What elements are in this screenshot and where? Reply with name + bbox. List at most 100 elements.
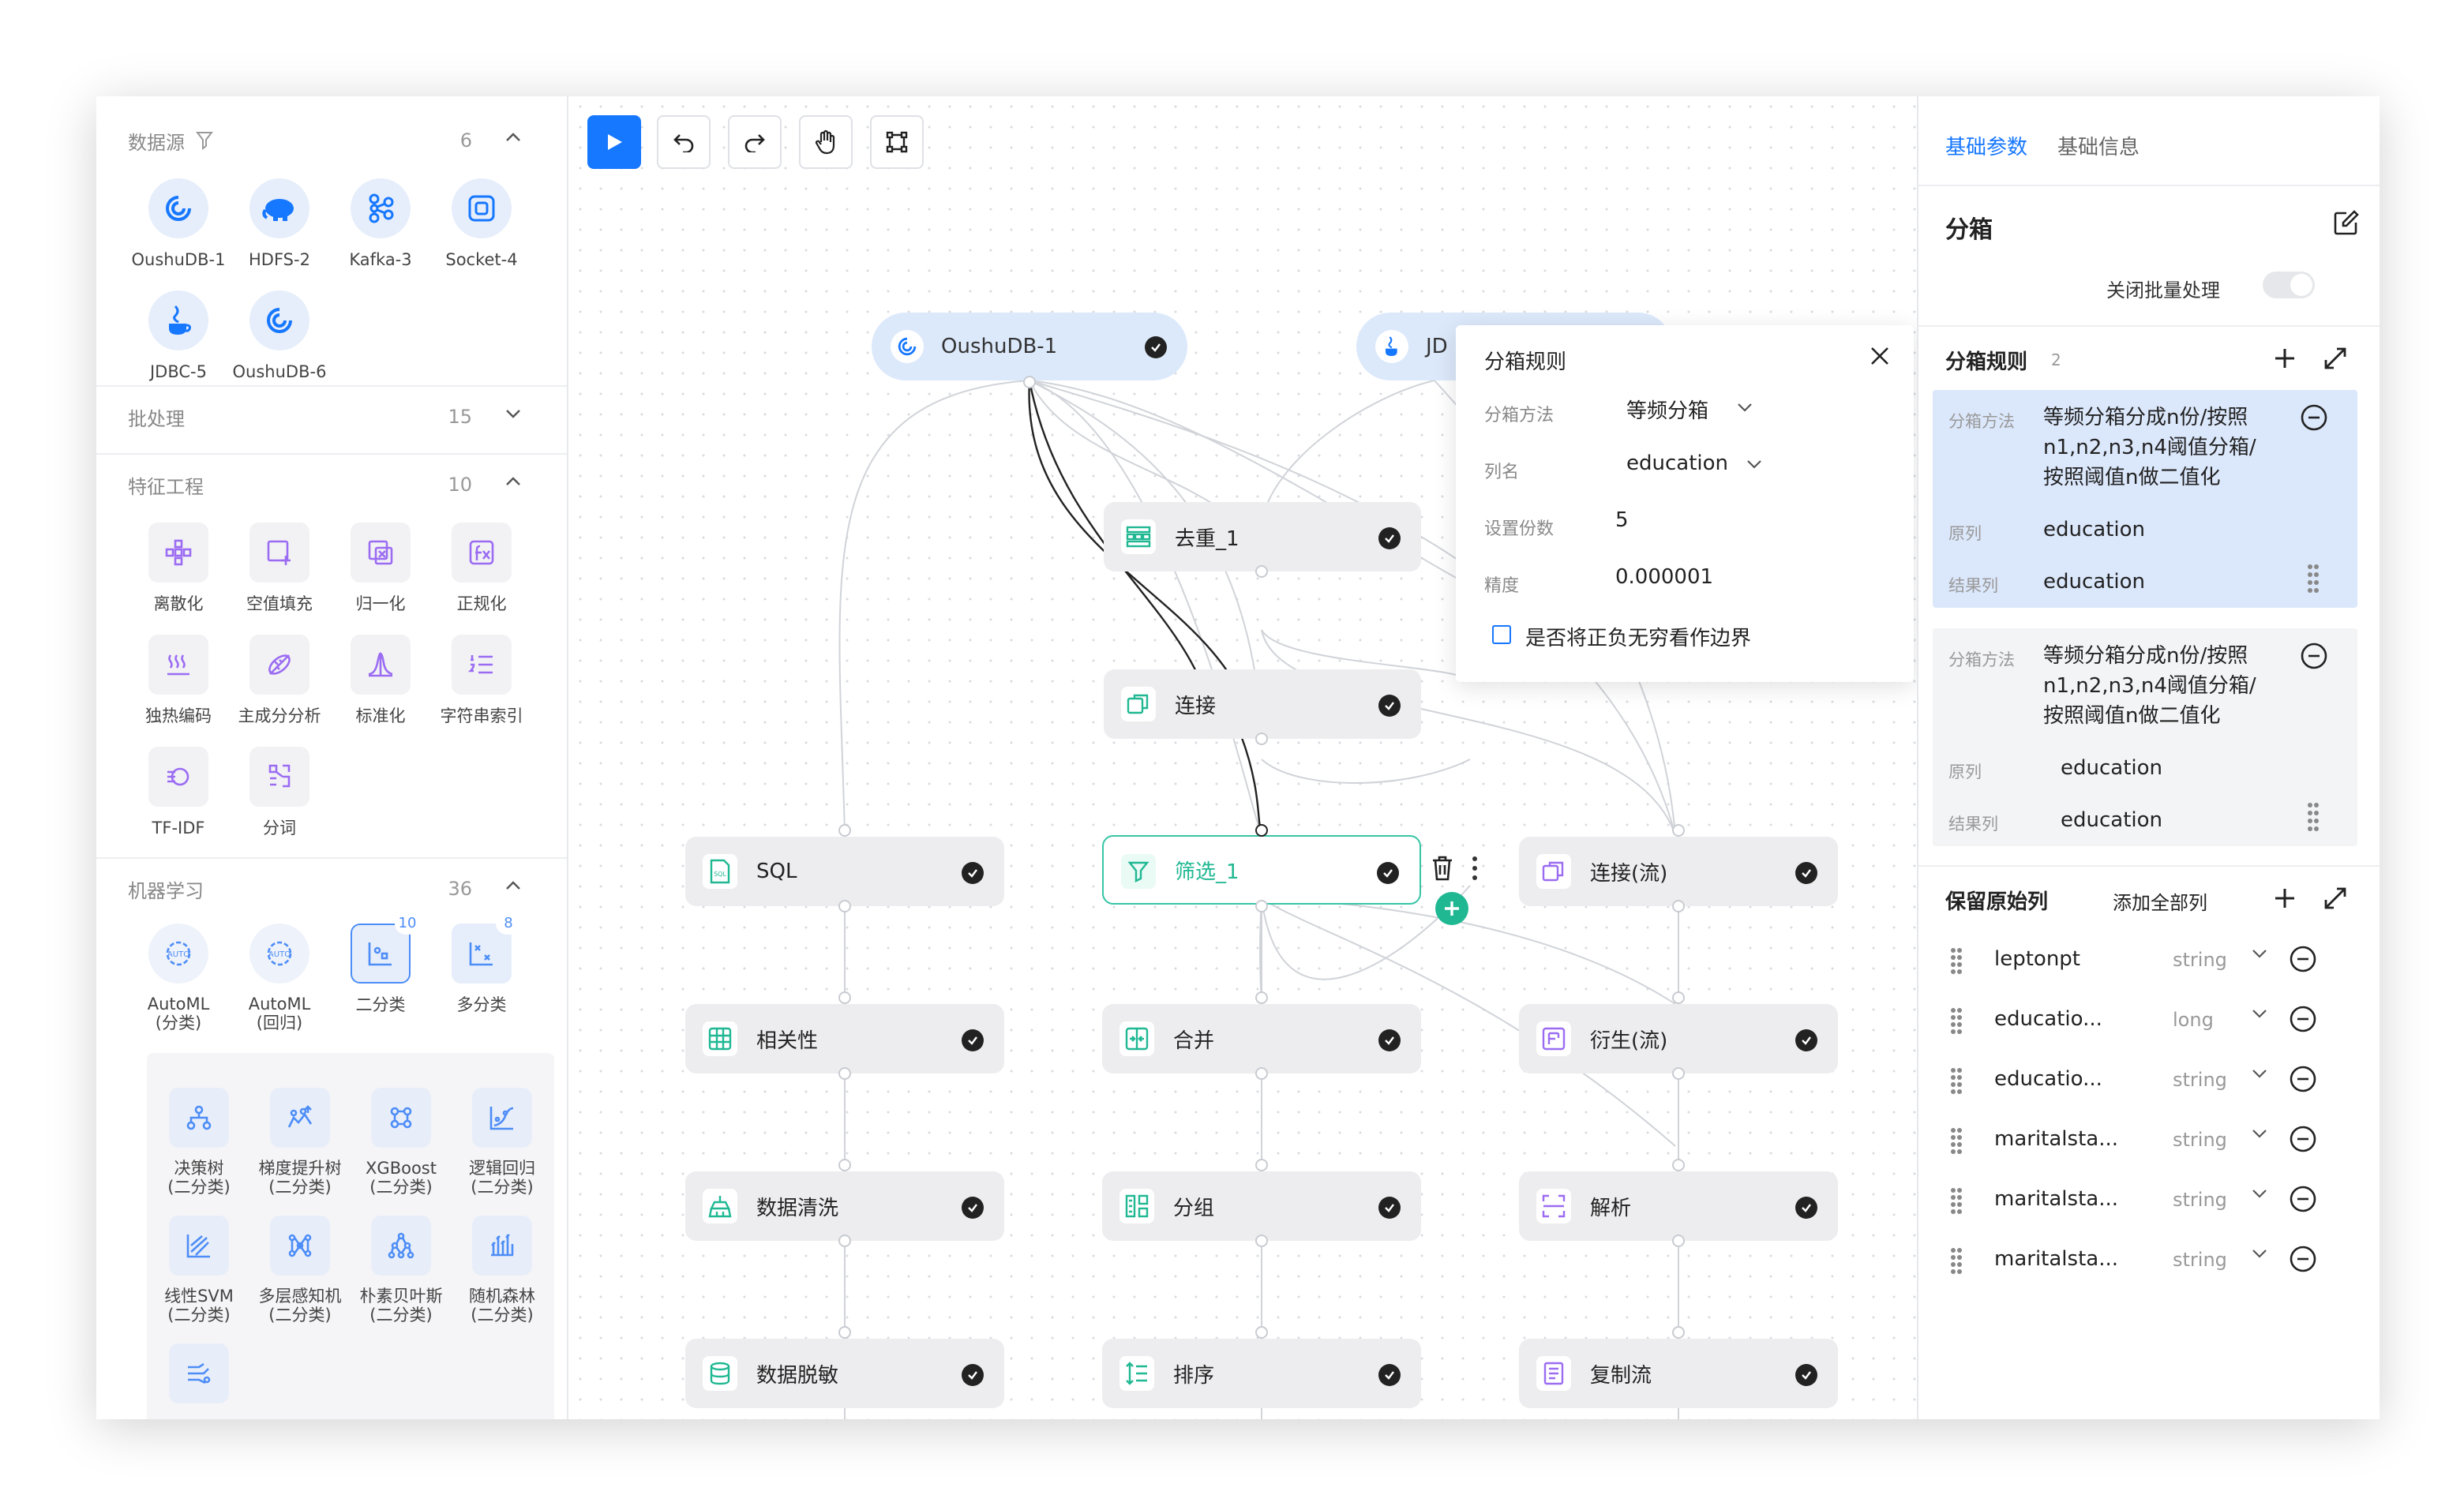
chevron-down-icon[interactable] [2252,1069,2267,1078]
drag-handle-icon[interactable] [1950,947,1963,976]
add-icon[interactable] [2274,347,2296,369]
output-port[interactable] [1255,733,1268,745]
tool-naive-bayes[interactable]: 朴素贝叶斯 (二分类) [351,1216,452,1325]
filter-icon[interactable] [196,131,213,150]
output-port[interactable] [1255,1067,1268,1080]
tool-string-index[interactable]: 字符串索引 [431,635,532,726]
output-port[interactable] [1672,1067,1685,1080]
column-row[interactable]: maritalsta... string [1934,1176,2361,1223]
minus-circle-icon[interactable] [2290,1006,2316,1032]
add-icon[interactable] [2274,887,2296,909]
tool-pca[interactable]: 主成分分析 [229,635,330,726]
output-port[interactable] [1023,376,1036,388]
chevron-down-icon[interactable] [2252,1129,2267,1138]
node-dedup[interactable]: 去重_1 [1104,502,1421,571]
chevron-up-icon[interactable] [505,881,521,897]
drag-handle-icon[interactable] [1950,1007,1963,1036]
column-type[interactable]: string [2173,1129,2227,1151]
tool-xgboost[interactable]: XGBoost (二分类) [351,1088,452,1197]
tool-decision-tree[interactable]: 决策树 (二分类) [148,1088,249,1197]
section-header-feature-engineering[interactable]: 特征工程 10 [128,463,535,507]
column-type[interactable]: long [2173,1009,2214,1031]
tool-random-forest[interactable]: 随机森林 (二分类) [452,1216,553,1325]
column-type[interactable]: string [2173,1249,2227,1271]
tool-fill-null[interactable]: 空值填充 [229,523,330,614]
tool-automl-classify[interactable]: AUTO AutoML (分类) [128,924,229,1032]
minus-circle-icon[interactable] [2290,1126,2316,1152]
more-vertical-icon[interactable] [1472,856,1478,881]
batch-toggle[interactable] [2263,272,2315,298]
edit-icon[interactable] [2332,208,2361,237]
node-join[interactable]: 连接 [1104,669,1421,739]
column-select[interactable]: education [1626,452,1768,483]
close-icon[interactable] [1870,346,1890,366]
source-kafka-3[interactable]: Kafka-3 [330,178,431,270]
parts-input[interactable]: 5 [1615,508,1629,532]
delete-icon[interactable] [1431,854,1454,882]
input-port[interactable] [838,1159,851,1171]
drag-handle-icon[interactable] [1950,1127,1963,1156]
drag-handle-icon[interactable] [1950,1187,1963,1216]
section-header-machine-learning[interactable]: 机器学习 36 [128,867,535,911]
chevron-down-icon[interactable] [2252,1009,2267,1018]
node-sort[interactable]: 排序 [1102,1339,1421,1408]
column-type[interactable]: string [2173,1189,2227,1211]
drag-handle-icon[interactable] [2307,564,2320,595]
infinity-boundary-checkbox[interactable] [1492,625,1511,644]
minus-circle-icon[interactable] [2290,1186,2316,1212]
workflow-canvas[interactable]: OushuDB-1 JD 去重_1 连接 SQL SQL 筛选_1 连接(流) … [570,96,1917,1419]
tool-tf-idf[interactable]: TF-IDF [128,747,229,838]
output-port[interactable] [838,900,851,912]
output-port[interactable] [1672,1235,1685,1247]
minus-circle-icon[interactable] [2290,1066,2316,1092]
input-port[interactable] [1672,824,1685,837]
tool-regularize[interactable]: 正规化 [431,523,532,614]
drag-handle-icon[interactable] [1950,1247,1963,1276]
source-socket-4[interactable]: Socket-4 [431,178,532,270]
tool-normalize[interactable]: 归一化 [330,523,431,614]
column-row[interactable]: educatio... long [1934,996,2361,1044]
chevron-up-icon[interactable] [505,477,521,493]
expand-icon[interactable] [2324,347,2346,369]
input-port[interactable] [1672,991,1685,1004]
drag-handle-icon[interactable] [2307,802,2320,834]
output-port[interactable] [838,1067,851,1080]
input-port[interactable] [838,824,851,837]
node-derive-stream[interactable]: 衍生(流) [1519,1004,1838,1073]
column-row[interactable]: maritalsta... string [1934,1116,2361,1163]
node-sql[interactable]: SQL SQL [685,837,1004,906]
tool-linear-svm[interactable]: 线性SVM (二分类) [148,1216,249,1325]
tool-logistic-regression[interactable]: 逻辑回归 (二分类) [452,1088,553,1197]
column-row[interactable]: maritalsta... string [1934,1236,2361,1283]
tool-discretize[interactable]: 离散化 [128,523,229,614]
input-port[interactable] [838,1326,851,1339]
output-port[interactable] [1255,900,1268,912]
input-port[interactable] [1255,824,1268,837]
tool-tokenize[interactable]: 分词 [229,747,330,838]
column-type[interactable]: string [2173,1069,2227,1091]
tool-gbdt[interactable]: 梯度提升树 (二分类) [249,1088,351,1197]
tool-more-model[interactable] [148,1343,249,1414]
binning-rule-card[interactable]: 分箱方法 等频分箱分成n份/按照n1,n2,n3,n4阈值分箱/按照阈值n做二值… [1933,628,2357,846]
add-node-icon[interactable] [1435,892,1468,925]
column-row[interactable]: educatio... string [1934,1056,2361,1103]
minus-circle-icon[interactable] [2301,643,2327,669]
tool-one-hot[interactable]: 独热编码 [128,635,229,726]
input-port[interactable] [1255,1326,1268,1339]
node-copy-stream[interactable]: 复制流 [1519,1339,1838,1408]
chevron-down-icon[interactable] [2252,1249,2267,1258]
add-all-columns-button[interactable]: 添加全部列 [2113,887,2207,915]
output-port[interactable] [838,1235,851,1247]
column-row[interactable]: leptonpt string [1934,936,2361,984]
source-jdbc-5[interactable]: JDBC-5 [128,290,229,382]
tool-mlp[interactable]: 多层感知机 (二分类) [249,1216,351,1325]
tool-standardize[interactable]: 标准化 [330,635,431,726]
tab-basic-params[interactable]: 基础参数 [1945,131,2027,160]
chevron-down-icon[interactable] [2252,1189,2267,1198]
input-port[interactable] [1672,1326,1685,1339]
tool-multi-classify[interactable]: 8 多分类 [431,912,532,1015]
node-correlation[interactable]: 相关性 [685,1004,1004,1073]
section-header-data-sources[interactable]: 数据源 6 [128,118,535,163]
node-filter-selected[interactable]: 筛选_1 [1102,835,1421,905]
minus-circle-icon[interactable] [2290,946,2316,972]
